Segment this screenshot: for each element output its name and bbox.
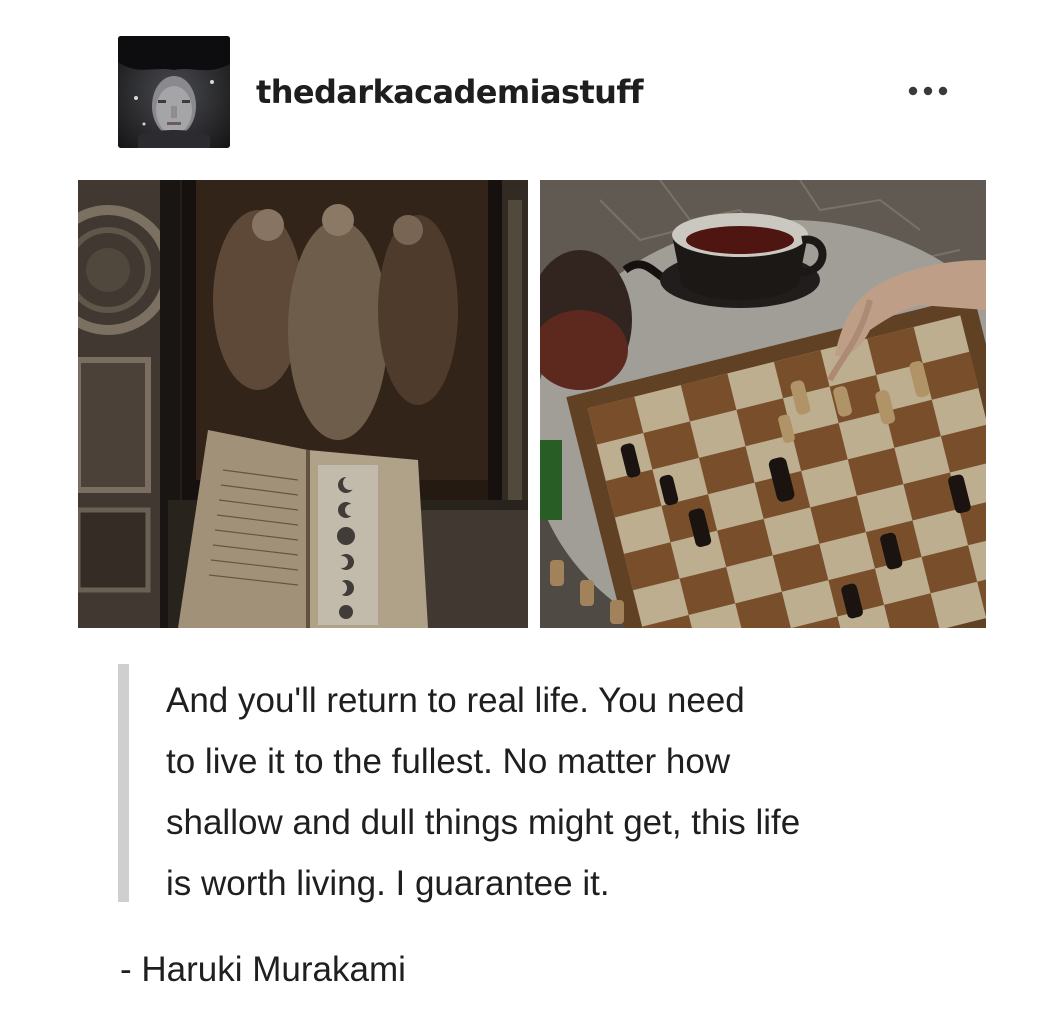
chess-board-and-tea-photo[interactable] — [540, 180, 986, 628]
username-link[interactable]: thedarkacademiastuff — [256, 72, 644, 112]
quote-text: And you'll return to real life. You need… — [166, 670, 966, 914]
post-header: thedarkacademiastuff — [118, 36, 958, 148]
avatar-image — [118, 36, 230, 148]
quote-block: And you'll return to real life. You need… — [118, 664, 978, 903]
quote-bar — [118, 664, 129, 902]
renaissance-painting-and-book-photo[interactable] — [78, 180, 528, 628]
quote-line: shallow and dull things might get, this … — [166, 803, 801, 842]
more-options-button[interactable] — [900, 76, 956, 106]
quote-line: to live it to the fullest. No matter how — [166, 742, 731, 781]
quote-attribution: - Haruki Murakami — [120, 950, 406, 989]
ellipsis-icon — [908, 86, 948, 96]
tumblr-post: thedarkacademiastuff And you'll return t… — [0, 0, 1064, 1028]
quote-line: And you'll return to real life. You need — [166, 681, 745, 720]
quote-line: is worth living. I guarantee it. — [166, 864, 610, 903]
avatar[interactable] — [118, 36, 230, 148]
painting-book-image — [78, 180, 528, 628]
photo-set — [78, 180, 986, 628]
chess-tea-image — [540, 180, 986, 628]
